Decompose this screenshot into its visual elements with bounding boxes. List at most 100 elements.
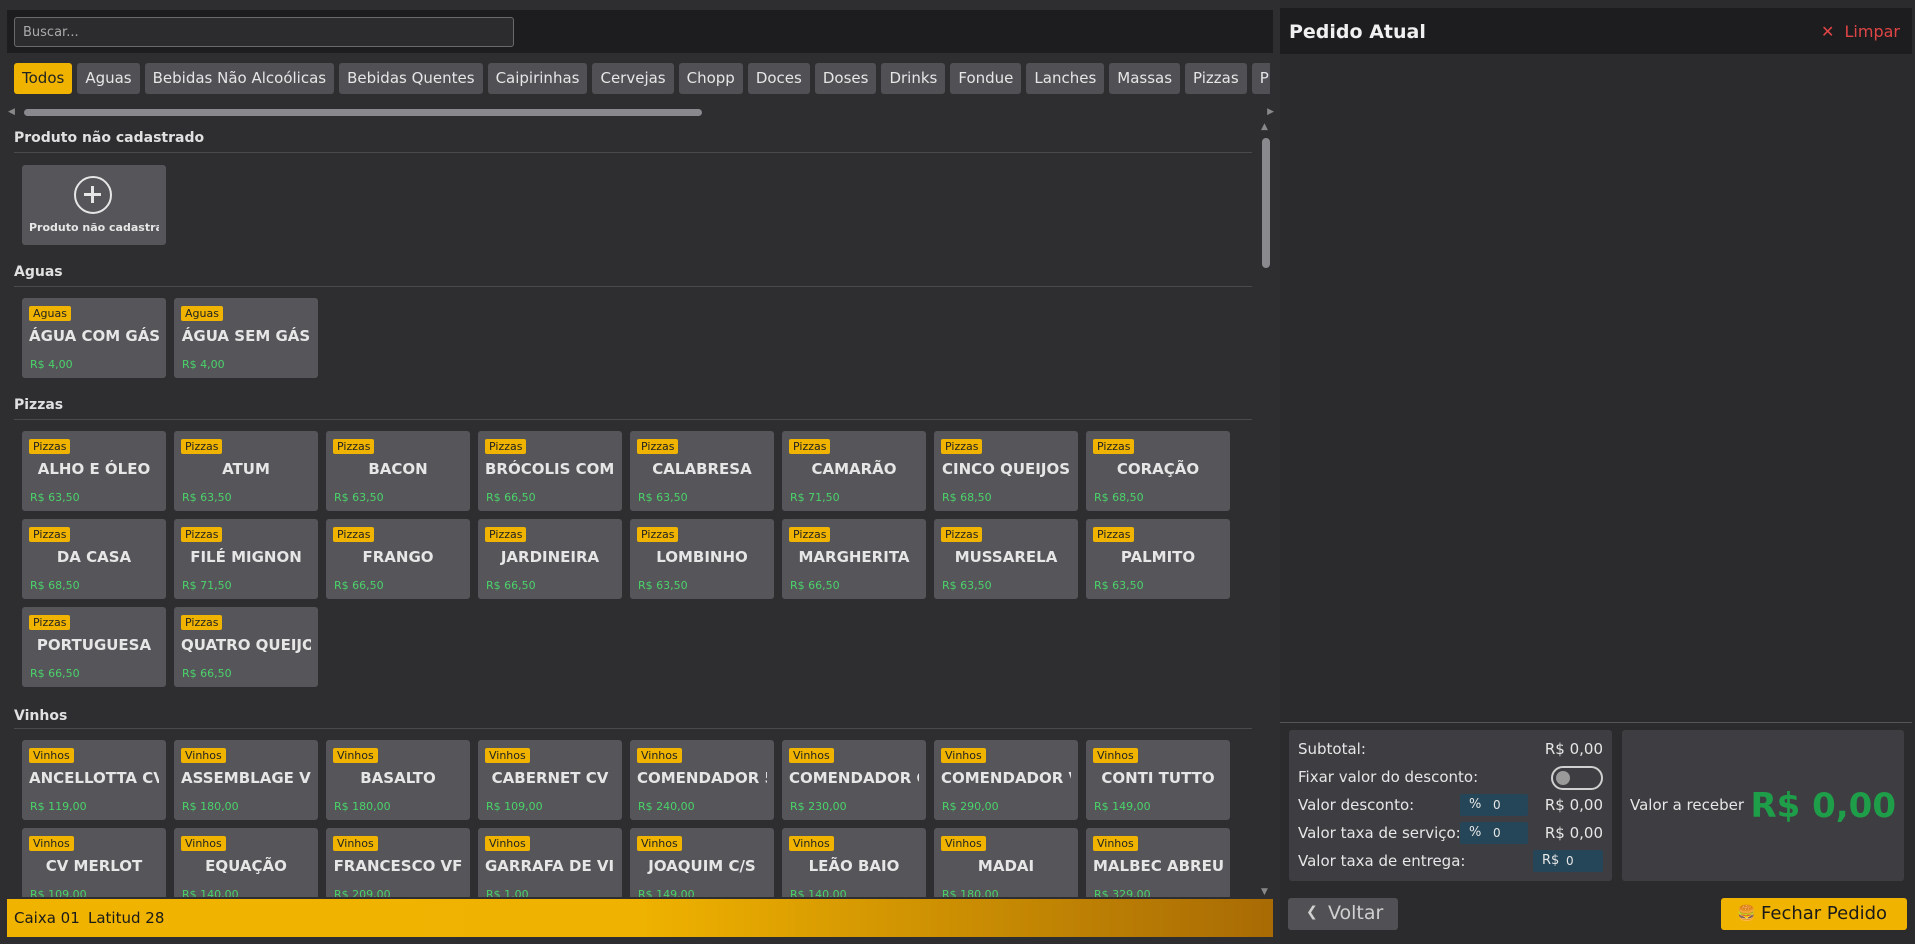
- product-card[interactable]: Aguas ÁGUA SEM GÁS R$ 4,00: [174, 298, 318, 378]
- scroll-thumb[interactable]: [1262, 138, 1270, 268]
- divider: [1280, 722, 1912, 723]
- product-price: R$ 329,00: [1094, 888, 1151, 897]
- category-tab[interactable]: Bebidas Não Alcoólicas: [144, 63, 335, 94]
- product-card[interactable]: Pizzas PORTUGUESA R$ 66,50: [22, 607, 166, 687]
- product-card[interactable]: Aguas ÁGUA COM GÁS R$ 4,00: [22, 298, 166, 378]
- product-name: FRANGO: [362, 548, 434, 566]
- product-price: R$ 71,50: [790, 491, 840, 504]
- category-badge: Vinhos: [485, 836, 530, 851]
- product-card[interactable]: Vinhos COMENDADOR C R$ 230,00: [782, 740, 926, 820]
- search-input[interactable]: [14, 17, 514, 47]
- product-name: FILÉ MIGNON: [190, 548, 302, 566]
- product-name: COMENDADOR 5: [637, 769, 767, 787]
- product-price: R$ 66,50: [790, 579, 840, 592]
- product-card[interactable]: Vinhos FRANCESCO VF R$ 209,00: [326, 828, 470, 897]
- discount-label: Valor desconto:: [1298, 796, 1415, 814]
- product-card[interactable]: Pizzas CALABRESA R$ 63,50: [630, 431, 774, 511]
- fix-discount-toggle[interactable]: [1551, 766, 1603, 790]
- product-card[interactable]: Pizzas CAMARÃO R$ 71,50: [782, 431, 926, 511]
- product-card[interactable]: Pizzas ATUM R$ 63,50: [174, 431, 318, 511]
- scroll-left-icon[interactable]: ◀: [8, 107, 15, 117]
- category-tab[interactable]: P: [1251, 63, 1270, 94]
- service-value: R$ 0,00: [1544, 824, 1603, 842]
- delivery-input-value: 0: [1566, 854, 1574, 868]
- service-input[interactable]: % 0: [1460, 822, 1528, 844]
- category-tab[interactable]: Aguas: [77, 63, 140, 94]
- product-card[interactable]: Pizzas FILÉ MIGNON R$ 71,50: [174, 519, 318, 599]
- product-name: CV MERLOT: [45, 857, 143, 875]
- product-list: Produto não cadastrado Produto não cadast…: [0, 125, 1255, 897]
- product-card[interactable]: Vinhos COMENDADOR 5 R$ 240,00: [630, 740, 774, 820]
- category-tab[interactable]: Massas: [1109, 63, 1181, 94]
- scroll-down-icon[interactable]: ▼: [1261, 887, 1268, 897]
- product-card[interactable]: Pizzas BACON R$ 63,50: [326, 431, 470, 511]
- category-badge: Vinhos: [485, 748, 530, 763]
- product-card[interactable]: Vinhos LEÃO BAIO R$ 140,00: [782, 828, 926, 897]
- product-card[interactable]: Vinhos CABERNET CV R$ 109,00: [478, 740, 622, 820]
- product-card[interactable]: Vinhos CONTI TUTTO R$ 149,00: [1086, 740, 1230, 820]
- close-order-label: Fechar Pedido: [1761, 903, 1888, 924]
- product-card[interactable]: Pizzas CORAÇÃO R$ 68,50: [1086, 431, 1230, 511]
- category-tab[interactable]: Doses: [814, 63, 877, 94]
- product-price: R$ 109,00: [486, 800, 543, 813]
- discount-value: R$ 0,00: [1544, 796, 1603, 814]
- category-tab[interactable]: Lanches: [1026, 63, 1105, 94]
- product-card[interactable]: Pizzas ALHO E ÓLEO R$ 63,50: [22, 431, 166, 511]
- product-card[interactable]: Pizzas QUATRO QUEIJOS R$ 66,50: [174, 607, 318, 687]
- product-card[interactable]: Pizzas BRÓCOLIS COM B R$ 66,50: [478, 431, 622, 511]
- product-card[interactable]: Pizzas JARDINEIRA R$ 66,50: [478, 519, 622, 599]
- product-price: R$ 230,00: [790, 800, 847, 813]
- product-card[interactable]: Vinhos CV MERLOT R$ 109,00: [22, 828, 166, 897]
- product-price: R$ 71,50: [182, 579, 232, 592]
- category-tab[interactable]: Chopp: [678, 63, 743, 94]
- amount-due-box: Valor a receber R$ 0,00: [1622, 730, 1904, 881]
- category-badge: Vinhos: [1093, 836, 1138, 851]
- category-badge: Vinhos: [333, 748, 378, 763]
- product-card[interactable]: Produto não cadastrado: [22, 165, 166, 245]
- product-card[interactable]: Vinhos MALBEC ABREU G R$ 329,00: [1086, 828, 1230, 897]
- discount-input[interactable]: % 0: [1460, 794, 1528, 816]
- product-card[interactable]: Vinhos EQUAÇÃO R$ 140,00: [174, 828, 318, 897]
- scroll-right-icon[interactable]: ▶: [1267, 107, 1274, 117]
- product-card[interactable]: Vinhos ANCELLOTTA CV R$ 119,00: [22, 740, 166, 820]
- product-card[interactable]: Vinhos JOAQUIM C/S R$ 149,00: [630, 828, 774, 897]
- category-tab[interactable]: Cervejas: [592, 63, 674, 94]
- category-tab[interactable]: Fondue: [950, 63, 1022, 94]
- subtotal-row: Subtotal: R$ 0,00: [1298, 740, 1603, 760]
- category-tab[interactable]: Bebidas Quentes: [339, 63, 483, 94]
- product-card[interactable]: Pizzas DA CASA R$ 68,50: [22, 519, 166, 599]
- category-scrollbar[interactable]: ◀ ▶: [8, 107, 1274, 117]
- product-price: R$ 66,50: [30, 667, 80, 680]
- category-tab[interactable]: Drinks: [881, 63, 946, 94]
- delivery-label: Valor taxa de entrega:: [1298, 852, 1466, 870]
- delivery-input[interactable]: R$ 0: [1533, 850, 1603, 872]
- product-card[interactable]: Vinhos BASALTO R$ 180,00: [326, 740, 470, 820]
- category-tab[interactable]: Caipirinhas: [487, 63, 588, 94]
- percent-prefix: %: [1469, 825, 1482, 840]
- scroll-up-icon[interactable]: ▲: [1261, 122, 1268, 132]
- close-order-button[interactable]: 🍔 Fechar Pedido: [1721, 898, 1907, 930]
- product-card[interactable]: Pizzas MUSSARELA R$ 63,50: [934, 519, 1078, 599]
- category-badge: Pizzas: [485, 439, 527, 454]
- back-label: Voltar: [1328, 902, 1384, 924]
- category-tab[interactable]: Doces: [747, 63, 810, 94]
- product-price: R$ 140,00: [182, 888, 239, 897]
- category-tab[interactable]: Pizzas: [1185, 63, 1247, 94]
- service-row: Valor taxa de serviço: % 0 R$ 0,00: [1298, 822, 1603, 844]
- product-card[interactable]: Pizzas CINCO QUEIJOS R$ 68,50: [934, 431, 1078, 511]
- product-card[interactable]: Pizzas PALMITO R$ 63,50: [1086, 519, 1230, 599]
- category-tab[interactable]: Todos: [14, 63, 73, 94]
- product-card[interactable]: Pizzas MARGHERITA R$ 66,50: [782, 519, 926, 599]
- product-card[interactable]: Vinhos COMENDADOR V R$ 290,00: [934, 740, 1078, 820]
- product-card[interactable]: Pizzas FRANGO R$ 66,50: [326, 519, 470, 599]
- product-card[interactable]: Vinhos ASSEMBLAGE VIV R$ 180,00: [174, 740, 318, 820]
- scroll-thumb[interactable]: [24, 109, 702, 116]
- product-name: BACON: [368, 460, 428, 478]
- product-list-scrollbar[interactable]: ▲ ▼: [1260, 122, 1272, 897]
- back-button[interactable]: ❮ Voltar: [1288, 898, 1398, 930]
- product-card[interactable]: Vinhos GARRAFA DE VINI R$ 1,00: [478, 828, 622, 897]
- product-card[interactable]: Vinhos MADAI R$ 180,00: [934, 828, 1078, 897]
- product-card[interactable]: Pizzas LOMBINHO R$ 63,50: [630, 519, 774, 599]
- clear-button[interactable]: ✕ Limpar: [1821, 22, 1900, 41]
- fix-discount-label: Fixar valor do desconto:: [1298, 768, 1479, 786]
